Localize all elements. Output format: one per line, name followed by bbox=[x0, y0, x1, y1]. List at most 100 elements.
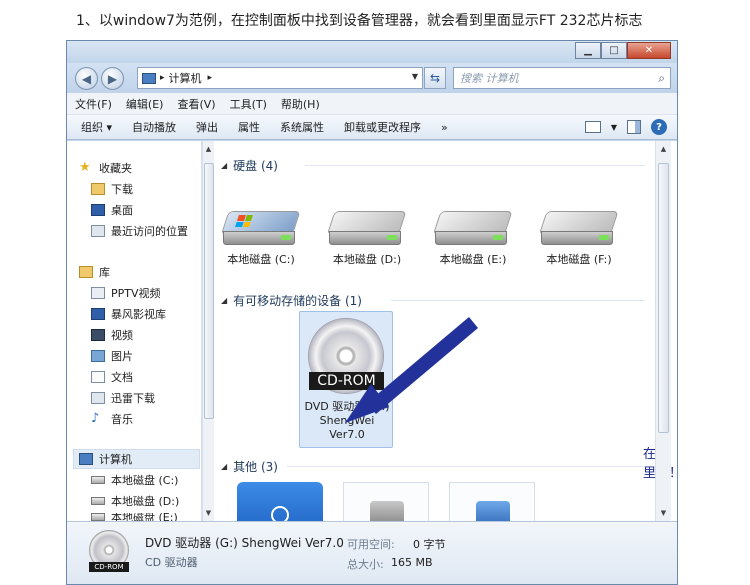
group-removable[interactable]: ◢ 有可移动存储的设备 (1) bbox=[221, 292, 362, 309]
scroll-up-icon[interactable]: ▲ bbox=[656, 145, 671, 153]
collapse-icon[interactable]: ◢ bbox=[221, 462, 227, 471]
nav-scroll-thumb[interactable] bbox=[204, 163, 214, 419]
cdrom-tag: CD-ROM bbox=[309, 372, 384, 390]
menu-edit[interactable]: 编辑(E) bbox=[126, 96, 164, 112]
free-space-label: 可用空间: bbox=[347, 538, 395, 551]
total-size-label: 总大小: bbox=[347, 558, 384, 571]
nav-item-drive-e[interactable]: 本地磁盘 (E:) bbox=[91, 513, 178, 521]
windows-drive-icon bbox=[221, 211, 301, 247]
forward-icon[interactable]: ▶ bbox=[101, 67, 124, 90]
details-cdrom-tag: CD-ROM bbox=[89, 562, 129, 572]
group-divider bbox=[305, 165, 645, 166]
scroll-down-icon[interactable]: ▼ bbox=[203, 509, 214, 517]
address-path[interactable]: 计算机 bbox=[169, 70, 202, 86]
search-placeholder: 搜索 计算机 bbox=[460, 72, 519, 85]
scroll-down-icon[interactable]: ▼ bbox=[656, 509, 671, 517]
menu-file[interactable]: 文件(F) bbox=[75, 96, 112, 112]
nav-item-drive-c[interactable]: 本地磁盘 (C:) bbox=[91, 471, 178, 489]
search-icon[interactable]: ⌕ bbox=[658, 71, 665, 86]
back-icon[interactable]: ◀ bbox=[75, 67, 98, 90]
dvd-drive-tile[interactable]: CD-ROM DVD 驱动器 (G:) ShengWei Ver7.0 bbox=[299, 311, 393, 448]
nav-favorites-label: 收藏夹 bbox=[99, 162, 132, 175]
drive-d-tile[interactable]: 本地磁盘 (D:) bbox=[321, 211, 413, 267]
group-other[interactable]: ◢ 其他 (3) bbox=[221, 458, 278, 475]
address-dropdown-icon[interactable]: ▼ bbox=[412, 72, 418, 81]
drive-label: 本地磁盘 (D:) bbox=[332, 253, 402, 266]
library-item-icon bbox=[91, 287, 105, 299]
computer-small-icon bbox=[142, 72, 156, 84]
nav-item-label: 图片 bbox=[111, 350, 133, 363]
file-list: ◢ 硬盘 (4) 本地磁盘 (C:) 本地磁盘 (D:) 本地磁盘 (E:) 本… bbox=[215, 141, 677, 536]
drive-label: 本地磁盘 (F:) bbox=[546, 253, 612, 266]
collapse-icon[interactable]: ◢ bbox=[221, 161, 227, 170]
help-icon[interactable]: ? bbox=[651, 119, 667, 135]
uninstall-program-button[interactable]: 卸载或更改程序 bbox=[344, 119, 421, 135]
group-hard-disks[interactable]: ◢ 硬盘 (4) bbox=[221, 157, 278, 174]
menu-tools[interactable]: 工具(T) bbox=[230, 96, 267, 112]
menu-help[interactable]: 帮助(H) bbox=[281, 96, 320, 112]
close-button[interactable]: ✕ bbox=[627, 42, 671, 59]
nav-item-label: 文档 bbox=[111, 371, 133, 384]
dvd-label-line: ShengWei bbox=[319, 414, 375, 427]
drive-icon bbox=[91, 497, 105, 505]
drive-f-tile[interactable]: 本地磁盘 (F:) bbox=[533, 211, 625, 267]
nav-item-recent[interactable]: 最近访问的位置 bbox=[91, 222, 188, 240]
drive-label: 本地磁盘 (C:) bbox=[227, 253, 295, 266]
group-label: 有可移动存储的设备 (1) bbox=[233, 294, 362, 308]
video-library-icon bbox=[91, 308, 105, 320]
nav-item-label: 桌面 bbox=[111, 204, 133, 217]
drive-c-tile[interactable]: 本地磁盘 (C:) bbox=[215, 211, 307, 267]
nav-item-label: 本地磁盘 (C:) bbox=[111, 474, 179, 487]
nav-item-pictures[interactable]: 图片 bbox=[91, 347, 133, 365]
address-bar[interactable]: ▸ 计算机 ▸ ▼ bbox=[137, 67, 423, 89]
system-properties-button[interactable]: 系统属性 bbox=[280, 119, 324, 135]
scroll-up-icon[interactable]: ▲ bbox=[203, 145, 214, 153]
nav-favorites[interactable]: ★ 收藏夹 bbox=[79, 159, 132, 177]
window-body: ★ 收藏夹 下载 桌面 最近访问的位置 库 PPTV视频 暴风影视库 视频 图片… bbox=[67, 141, 677, 536]
view-options-icon[interactable] bbox=[584, 121, 601, 133]
nav-item-videos[interactable]: 视频 bbox=[91, 326, 133, 344]
more-commands-button[interactable]: » bbox=[441, 121, 448, 134]
nav-item-label: 暴风影视库 bbox=[111, 308, 166, 321]
nav-item-downloads[interactable]: 下载 bbox=[91, 180, 133, 198]
collapse-icon[interactable]: ◢ bbox=[221, 296, 227, 305]
nav-item-baofeng[interactable]: 暴风影视库 bbox=[91, 305, 166, 323]
preview-pane-icon[interactable] bbox=[627, 120, 641, 134]
organize-button[interactable]: 组织 ▾ bbox=[81, 119, 112, 135]
refresh-icon[interactable]: ⇆ bbox=[424, 67, 446, 89]
nav-item-drive-d[interactable]: 本地磁盘 (D:) bbox=[91, 492, 179, 510]
autoplay-button[interactable]: 自动播放 bbox=[132, 119, 176, 135]
documents-icon bbox=[91, 371, 105, 383]
nav-item-pptv[interactable]: PPTV视频 bbox=[91, 284, 161, 302]
desktop-icon bbox=[91, 204, 105, 216]
drive-e-tile[interactable]: 本地磁盘 (E:) bbox=[427, 211, 519, 267]
address-row: ◀ ▶ ▸ 计算机 ▸ ▼ ⇆ 搜索 计算机 ⌕ bbox=[67, 63, 677, 93]
content-scroll-thumb[interactable] bbox=[658, 163, 669, 433]
group-divider bbox=[391, 300, 645, 301]
content-scrollbar[interactable]: ▲ ▼ bbox=[655, 141, 671, 521]
properties-button[interactable]: 属性 bbox=[238, 119, 260, 135]
address-sep-icon[interactable]: ▸ bbox=[160, 73, 165, 83]
group-label: 硬盘 (4) bbox=[233, 159, 278, 173]
title-bar: ▁ □ ✕ bbox=[67, 41, 677, 63]
nav-item-music[interactable]: ♪ 音乐 bbox=[91, 410, 133, 428]
search-input[interactable]: 搜索 计算机 ⌕ bbox=[453, 67, 671, 89]
group-label: 其他 (3) bbox=[233, 460, 278, 474]
minimize-button[interactable]: ▁ bbox=[575, 42, 601, 59]
menu-view[interactable]: 查看(V) bbox=[177, 96, 215, 112]
nav-computer[interactable]: 计算机 bbox=[79, 450, 132, 468]
view-dropdown-icon[interactable]: ▼ bbox=[611, 123, 617, 132]
dvd-label-line: Ver7.0 bbox=[329, 428, 365, 441]
eject-button[interactable]: 弹出 bbox=[196, 119, 218, 135]
nav-item-label: 最近访问的位置 bbox=[111, 225, 188, 238]
nav-item-documents[interactable]: 文档 bbox=[91, 368, 133, 386]
nav-item-xunlei[interactable]: 迅雷下载 bbox=[91, 389, 155, 407]
nav-library[interactable]: 库 bbox=[79, 263, 110, 281]
nav-scrollbar[interactable]: ▲ ▼ bbox=[202, 141, 214, 521]
maximize-button[interactable]: □ bbox=[601, 42, 627, 59]
nav-item-label: 本地磁盘 (E:) bbox=[111, 513, 178, 521]
nav-library-label: 库 bbox=[99, 266, 110, 279]
address-sep-icon[interactable]: ▸ bbox=[208, 73, 213, 83]
dvd-label-line: DVD 驱动器 (G:) bbox=[304, 400, 390, 413]
nav-item-desktop[interactable]: 桌面 bbox=[91, 201, 133, 219]
